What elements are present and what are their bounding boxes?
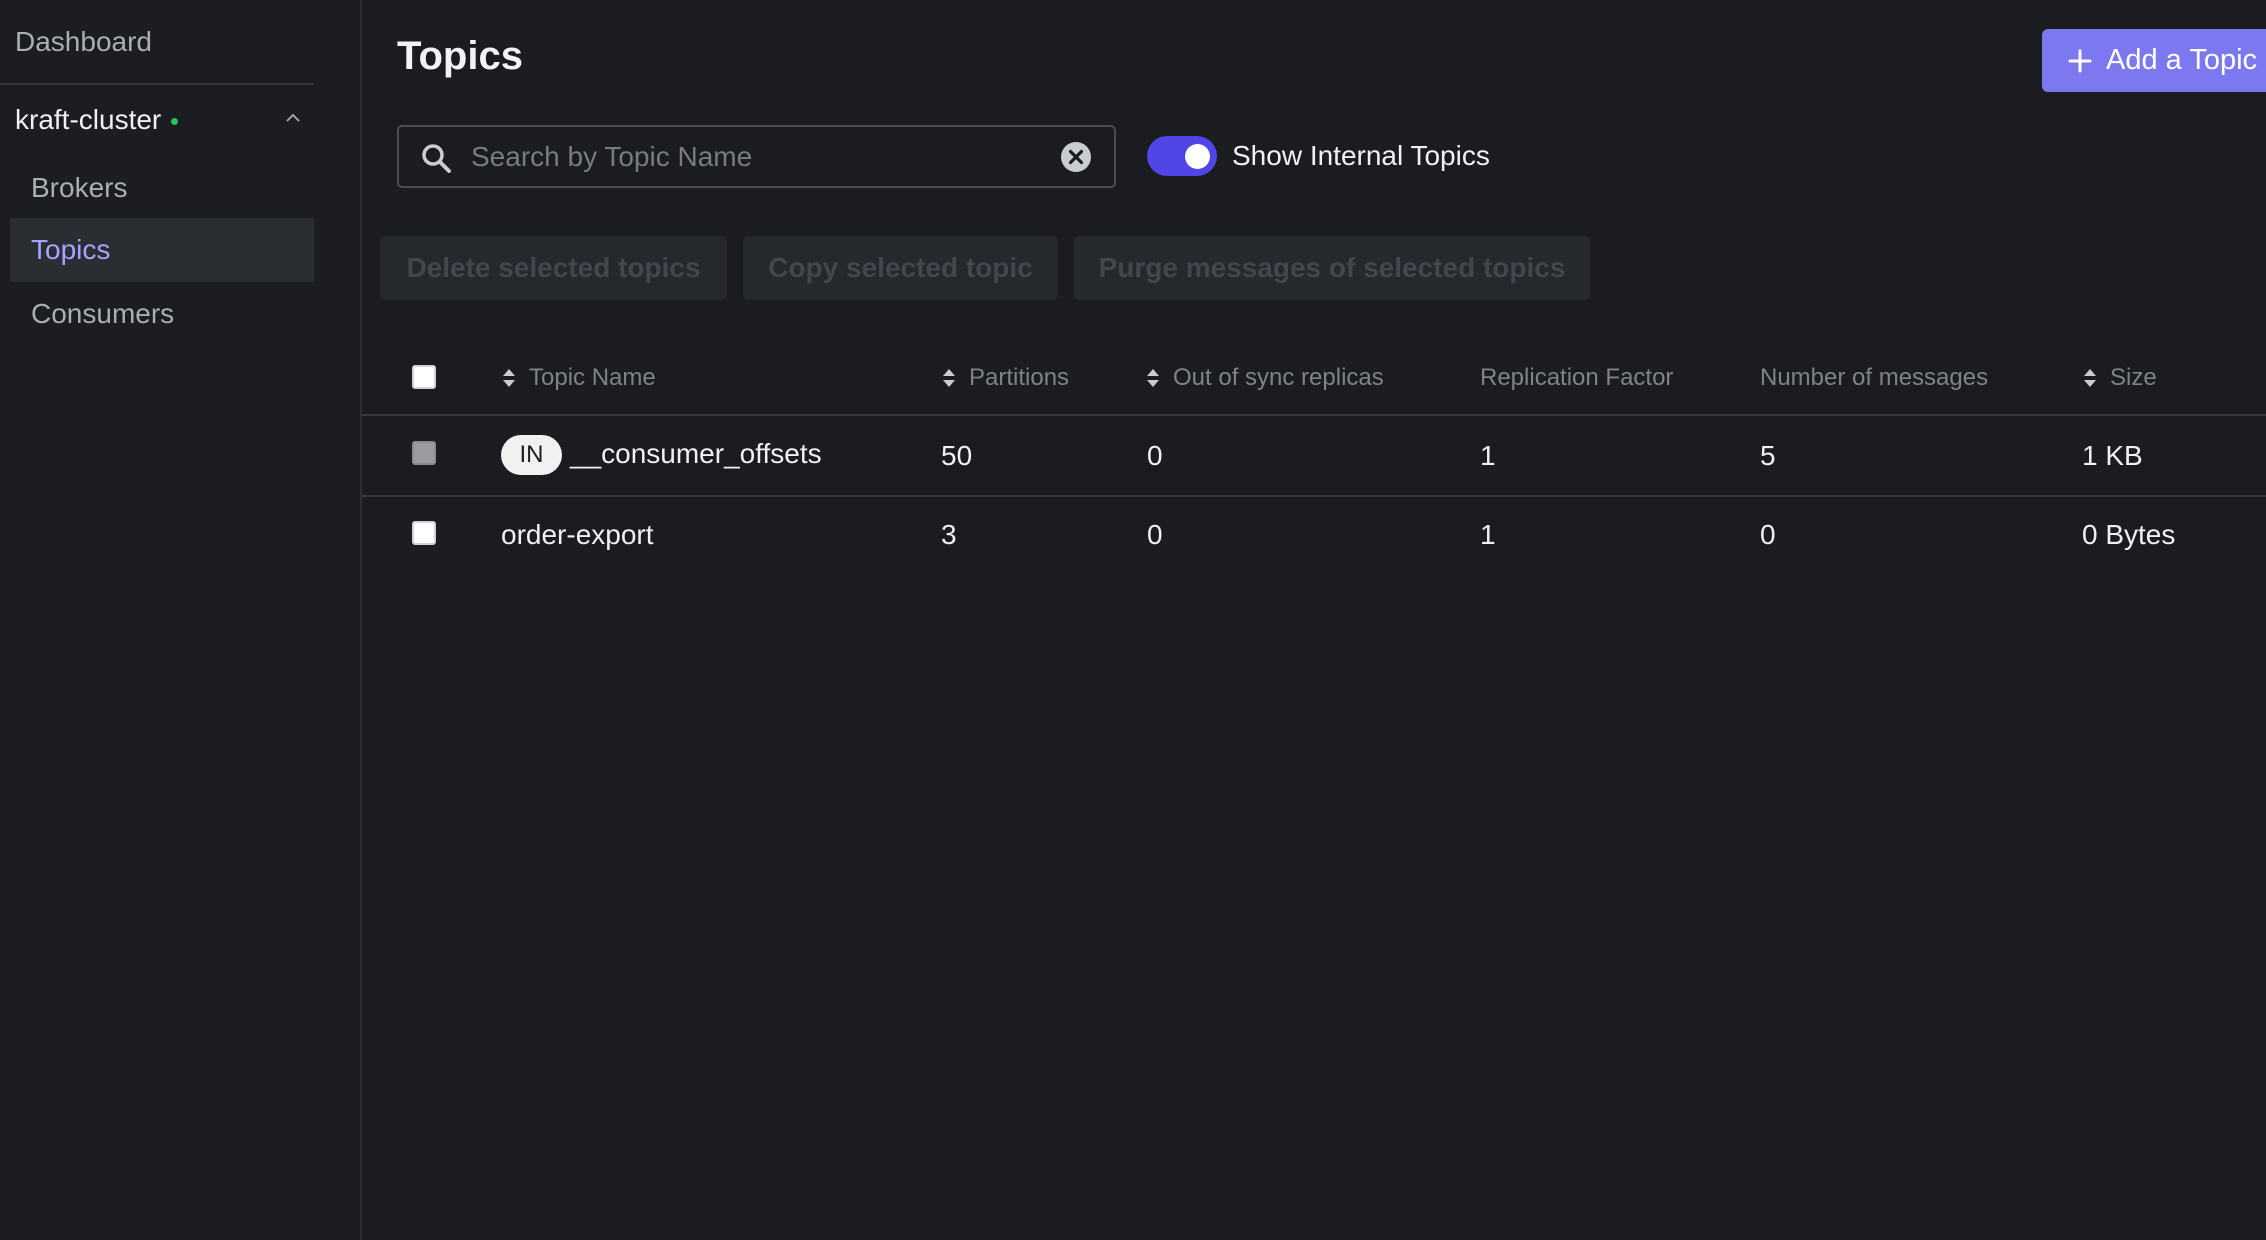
sidebar-item-dashboard[interactable]: Dashboard [15, 26, 152, 58]
sidebar: Dashboard kraft-cluster Brokers Topics C… [0, 0, 362, 1240]
copy-selected-topic-button[interactable]: Copy selected topic [743, 236, 1058, 300]
sort-icon [1147, 369, 1159, 387]
search-input[interactable] [471, 137, 1031, 177]
sidebar-item-topics[interactable]: Topics [10, 218, 314, 282]
app-root: Dashboard kraft-cluster Brokers Topics C… [0, 0, 2266, 1240]
cell-messages: 0 [1760, 519, 1776, 550]
cell-messages: 5 [1760, 440, 1776, 471]
cell-replication-factor: 1 [1480, 519, 1496, 550]
column-header-size[interactable]: Size [2082, 364, 2157, 392]
cell-out-of-sync: 0 [1147, 519, 1163, 550]
add-topic-label: Add a Topic [2106, 44, 2258, 76]
column-label-partitions: Partitions [969, 364, 1070, 391]
column-header-topic-name[interactable]: Topic Name [501, 364, 656, 392]
cell-partitions: 3 [941, 519, 957, 550]
column-label-size: Size [2110, 364, 2157, 391]
cell-replication-factor: 1 [1480, 440, 1496, 471]
internal-badge: IN [501, 435, 562, 475]
column-header-out-of-sync[interactable]: Out of sync replicas [1145, 364, 1384, 392]
page-title: Topics [397, 34, 523, 78]
plus-icon [2068, 49, 2092, 72]
sidebar-item-consumers[interactable]: Consumers [10, 282, 314, 346]
delete-selected-topics-button[interactable]: Delete selected topics [380, 236, 727, 300]
table-header-divider [362, 414, 2266, 416]
purge-messages-button[interactable]: Purge messages of selected topics [1074, 236, 1590, 300]
row-checkbox[interactable] [412, 521, 436, 545]
sort-icon [2084, 369, 2096, 387]
chevron-up-icon[interactable] [281, 106, 305, 130]
sort-icon [943, 369, 955, 387]
show-internal-topics-toggle[interactable] [1147, 136, 1217, 176]
add-topic-button[interactable]: Add a Topic [2042, 29, 2266, 92]
column-header-messages: Number of messages [1760, 364, 1988, 392]
topic-name-link[interactable]: order-export [501, 519, 654, 551]
row-checkbox[interactable] [412, 441, 436, 465]
column-label-messages: Number of messages [1760, 364, 1989, 391]
cell-out-of-sync: 0 [1147, 440, 1163, 471]
search-icon [422, 144, 451, 173]
column-header-replication-factor: Replication Factor [1480, 364, 1673, 392]
sidebar-divider [0, 83, 314, 85]
column-label-out-of-sync: Out of sync replicas [1173, 364, 1384, 391]
row-divider [362, 495, 2266, 497]
select-all-checkbox[interactable] [412, 365, 436, 389]
cell-size: 0 Bytes [2082, 519, 2176, 550]
search-box [397, 125, 1116, 188]
cluster-name: kraft-cluster [15, 104, 162, 135]
show-internal-topics-label: Show Internal Topics [1232, 140, 1490, 171]
cell-partitions: 50 [941, 440, 973, 471]
toggle-knob [1185, 144, 1210, 169]
sidebar-item-brokers[interactable]: Brokers [10, 156, 314, 220]
column-label-topic-name: Topic Name [529, 364, 656, 391]
cell-size: 1 KB [2082, 440, 2143, 471]
column-header-partitions[interactable]: Partitions [941, 364, 1069, 392]
sort-icon [503, 369, 515, 387]
cluster-header[interactable]: kraft-cluster [15, 100, 305, 140]
cluster-status-dot [171, 117, 179, 125]
column-label-replication-factor: Replication Factor [1480, 364, 1674, 391]
clear-search-icon[interactable] [1060, 141, 1092, 173]
topic-name-link[interactable]: __consumer_offsets [570, 438, 822, 470]
